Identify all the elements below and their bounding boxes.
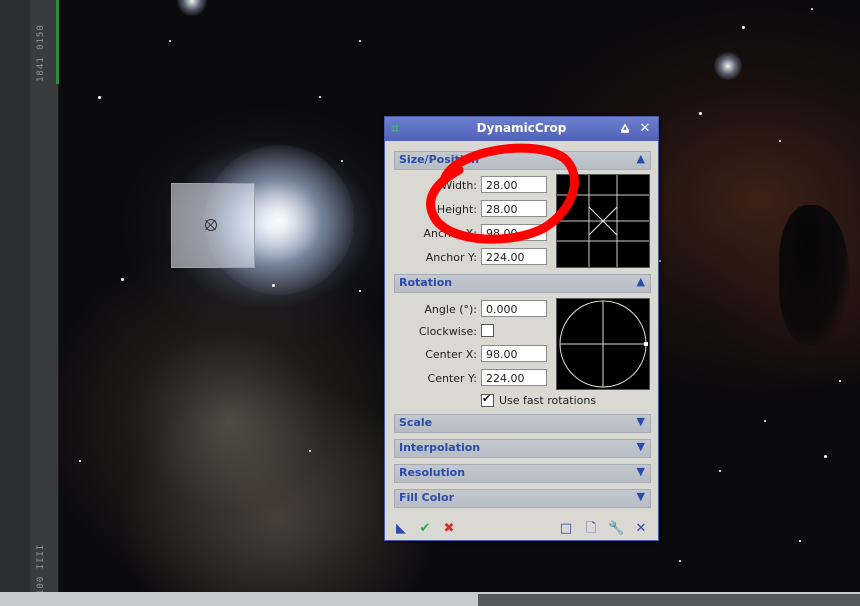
center-y-field[interactable]: 224.00 (481, 369, 547, 386)
document-icon[interactable]: 🗋 (583, 521, 599, 537)
cancel-icon[interactable]: ✖ (441, 521, 457, 537)
horsehead-nebula (779, 205, 849, 345)
star (98, 96, 101, 99)
star (742, 26, 745, 29)
expand-arrow-icon[interactable]: ▼ (637, 490, 645, 503)
rotation-dial (559, 300, 648, 388)
shade-icon[interactable]: ⩠ (618, 121, 632, 137)
window-titlebar[interactable]: ⌗ DynamicCrop ⩠ ✕ (385, 117, 658, 141)
horizontal-scrollbar-thumb[interactable] (478, 594, 860, 606)
expand-arrow-icon[interactable]: ▼ (637, 465, 645, 478)
star (341, 160, 343, 162)
expand-arrow-icon[interactable]: ▼ (637, 440, 645, 453)
star (764, 420, 766, 422)
star (779, 140, 781, 142)
star (169, 40, 171, 42)
new-instance-icon[interactable]: ◣ (393, 521, 409, 537)
star (679, 560, 681, 562)
anchor-y-field[interactable]: 224.00 (481, 248, 547, 265)
star (272, 284, 275, 287)
section-scale[interactable]: Scale ▼ (394, 414, 651, 433)
angle-label: Angle (°): (424, 303, 477, 316)
star (121, 278, 124, 281)
expand-arrow-icon[interactable]: ▼ (637, 415, 645, 428)
close-icon[interactable]: ✕ (638, 121, 652, 137)
left-tab-strip (30, 0, 59, 606)
star (799, 540, 801, 542)
star (699, 112, 702, 115)
apply-icon[interactable]: ✔ (417, 521, 433, 537)
star (824, 455, 827, 458)
preview-icon[interactable]: □ (558, 521, 574, 537)
section-rotation[interactable]: Rotation ▲ (394, 274, 651, 293)
section-label: Scale (399, 416, 433, 429)
left-panel (0, 0, 30, 606)
reset-icon[interactable]: ✕ (633, 521, 649, 537)
center-y-label: Center Y: (427, 372, 477, 385)
vertical-tab-label[interactable]: 1841 0150 (36, 2, 50, 82)
section-resolution[interactable]: Resolution ▼ (394, 464, 651, 483)
star (359, 40, 361, 42)
star (177, 0, 207, 16)
star (811, 8, 813, 10)
star (309, 450, 311, 452)
center-x-field[interactable]: 98.00 (481, 345, 547, 362)
section-fill-color[interactable]: Fill Color ▼ (394, 489, 651, 508)
fast-rotations-label: Use fast rotations (499, 394, 597, 407)
rotation-preview[interactable] (556, 298, 650, 390)
section-interpolation[interactable]: Interpolation ▼ (394, 439, 651, 458)
wrench-icon[interactable]: 🔧 (608, 521, 624, 537)
section-label: Rotation (399, 276, 453, 289)
clockwise-checkbox[interactable] (481, 324, 494, 337)
star (839, 380, 841, 382)
star (319, 96, 321, 98)
section-label: Fill Color (399, 491, 455, 504)
angle-field[interactable]: 0.000 (481, 300, 547, 317)
red-annotation-circle (426, 143, 579, 244)
section-label: Interpolation (399, 441, 481, 454)
star (359, 290, 361, 292)
star (719, 470, 721, 472)
star (714, 52, 742, 80)
crop-center-marker[interactable] (205, 219, 217, 231)
star (659, 260, 661, 262)
section-label: Resolution (399, 466, 466, 479)
star (79, 460, 81, 462)
clockwise-label: Clockwise: (418, 325, 477, 338)
anchor-y-label: Anchor Y: (425, 251, 477, 264)
collapse-arrow-icon[interactable]: ▲ (637, 152, 645, 165)
center-x-label: Center X: (425, 348, 477, 361)
vertical-tab-label-bottom[interactable]: 100 IIII (36, 525, 50, 595)
process-toolbar: ◣ ✔ ✖ □ 🗋 🔧 ✕ (385, 517, 658, 540)
fast-rotations-checkbox[interactable] (481, 392, 494, 407)
collapse-arrow-icon[interactable]: ▲ (637, 275, 645, 288)
